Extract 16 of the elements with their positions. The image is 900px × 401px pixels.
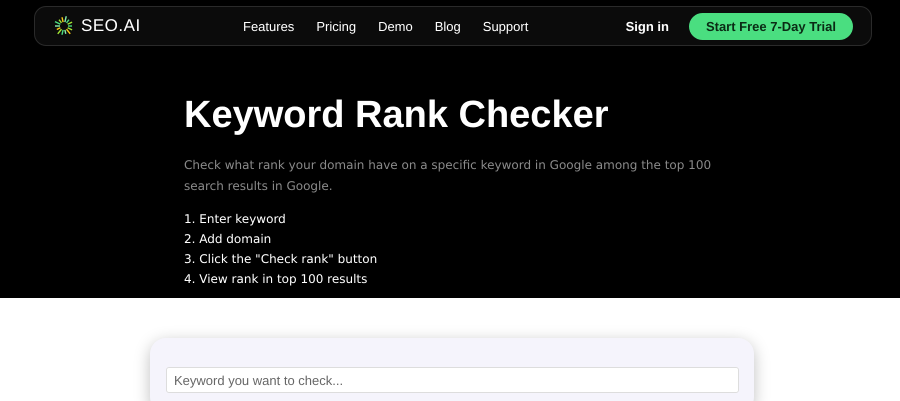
step-item: 1. Enter keyword xyxy=(184,211,287,228)
nav-link[interactable]: Demo xyxy=(378,18,413,34)
sign-in-link[interactable]: Sign in xyxy=(626,18,669,34)
logo[interactable]: SEO.AI xyxy=(81,16,141,36)
sunburst-logo-icon xyxy=(53,15,75,37)
page-title: Keyword Rank Checker xyxy=(184,94,610,137)
trial-button[interactable]: Start Free 7-Day Trial xyxy=(688,12,853,40)
nav-link[interactable]: Pricing xyxy=(316,18,356,34)
step-item: 3. Click the "Check rank" button xyxy=(184,251,378,268)
description: Check what rank your domain have on a specific keyword in Google among the top 100 search results in Google. xyxy=(184,157,712,195)
nav-link[interactable]: Support xyxy=(482,18,528,34)
nav-link[interactable]: Blog xyxy=(434,18,461,34)
keyword-input[interactable]: Keyword you want to check... xyxy=(166,367,739,393)
nav-link[interactable]: Features xyxy=(243,18,294,34)
step-item: 2. Add domain xyxy=(184,231,272,248)
step-item: 4. View rank in top 100 results xyxy=(184,271,368,288)
